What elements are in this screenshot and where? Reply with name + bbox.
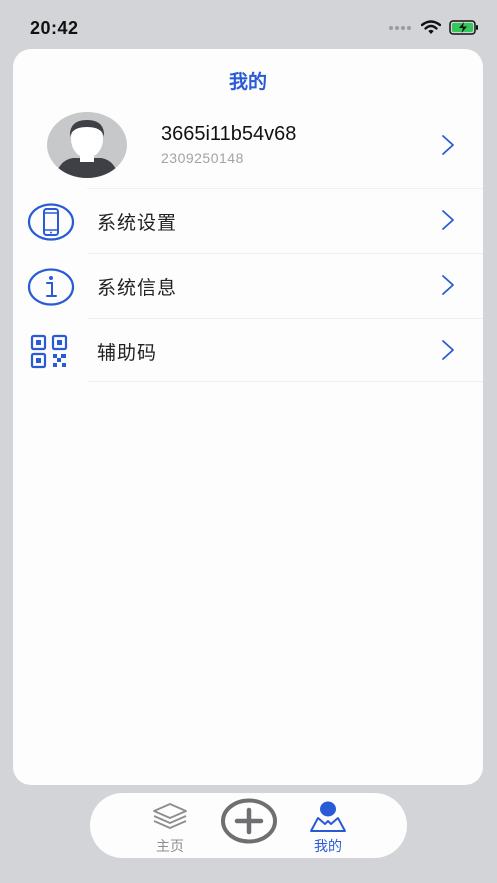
username: 3665i11b54v68 xyxy=(161,123,297,145)
main-card: 我的 3665i11b54v68 2309250148 系统设置 系统信息 辅助… xyxy=(13,49,483,785)
plus-circle-icon xyxy=(221,798,277,844)
signal-dots-icon xyxy=(389,25,411,30)
divider xyxy=(87,381,483,382)
menu-item-label: 系统设置 xyxy=(97,213,178,234)
tab-home-label: 主页 xyxy=(156,838,184,854)
user-icon xyxy=(310,801,346,832)
tab-home[interactable]: 主页 xyxy=(142,793,198,858)
status-bar: 20:42 xyxy=(0,0,497,46)
layers-icon xyxy=(153,803,187,829)
info-icon xyxy=(27,268,75,306)
user-id: 2309250148 xyxy=(161,150,244,166)
status-time: 20:42 xyxy=(30,18,79,38)
avatar xyxy=(47,112,127,178)
battery-charging-icon xyxy=(449,20,478,35)
menu-item-assist-code[interactable]: 辅助码 xyxy=(13,318,483,382)
tab-mine[interactable]: 我的 xyxy=(300,793,356,858)
chevron-right-icon xyxy=(442,275,454,295)
add-button[interactable] xyxy=(219,793,279,858)
tab-mine-label: 我的 xyxy=(314,838,342,854)
avatar-silhouette-icon xyxy=(55,120,119,178)
chevron-right-icon xyxy=(442,135,454,155)
wifi-icon xyxy=(421,20,441,34)
chevron-right-icon xyxy=(442,210,454,230)
chevron-right-icon xyxy=(442,340,454,360)
phone-icon xyxy=(27,203,75,241)
tab-bar: 主页 我的 xyxy=(90,793,407,858)
profile-row[interactable]: 3665i11b54v68 2309250148 xyxy=(13,107,483,183)
qr-code-icon xyxy=(30,334,68,369)
divider xyxy=(87,318,483,319)
page-title: 我的 xyxy=(228,72,267,93)
menu-item-system-info[interactable]: 系统信息 xyxy=(13,253,483,317)
menu-item-label: 辅助码 xyxy=(97,343,158,364)
divider xyxy=(87,188,483,189)
divider xyxy=(87,253,483,254)
menu-item-system-settings[interactable]: 系统设置 xyxy=(13,188,483,252)
status-icons xyxy=(389,20,479,35)
menu-item-label: 系统信息 xyxy=(97,278,178,299)
